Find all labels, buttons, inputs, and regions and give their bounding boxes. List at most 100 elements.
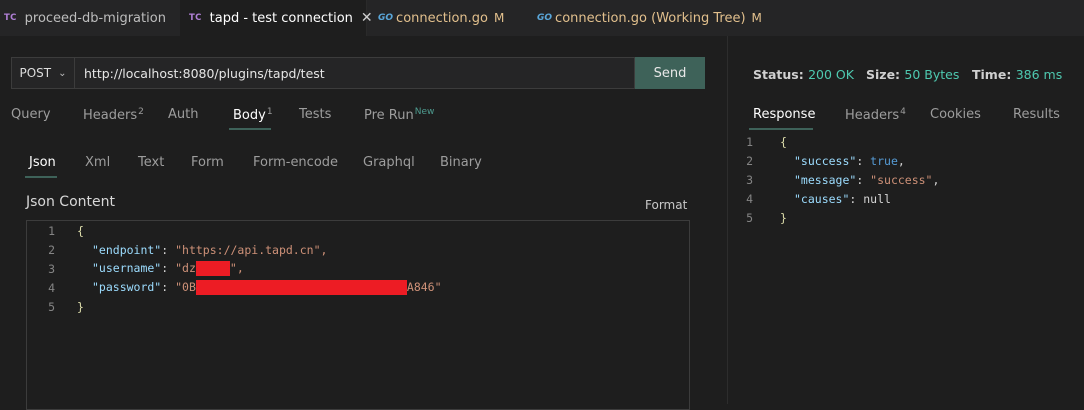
modified-badge: M [751, 11, 762, 25]
brace: { [780, 134, 787, 149]
format-button[interactable]: Format [645, 198, 687, 212]
tab-label: Results [1013, 107, 1060, 122]
status-value: 200 OK [808, 67, 854, 82]
line-number: 4 [48, 280, 55, 295]
json-editor[interactable]: 1{ 2 "endpoint": "https://api.tapd.cn", 3… [26, 220, 690, 410]
tab-label: proceed-db-migration [24, 10, 166, 26]
line-number: 1 [746, 134, 753, 149]
code-line: 3 "message": "success", [725, 170, 939, 189]
tab-tests[interactable]: Tests [299, 107, 331, 122]
code-line: 5} [725, 208, 787, 227]
json-key: "success" [794, 153, 857, 168]
tab-headers[interactable]: Headers2 [83, 107, 144, 123]
tab-connection-go[interactable]: GO connection.go M [378, 0, 504, 36]
code-line: 4 "causes": null [725, 189, 891, 208]
count-badge: 4 [900, 107, 906, 117]
line-number: 2 [746, 153, 753, 168]
thunder-client-icon: TC [4, 13, 17, 23]
tab-label: Auth [168, 107, 199, 122]
chevron-down-icon: ⌄ [58, 67, 67, 79]
body-tab-graphql[interactable]: Graphql [363, 155, 415, 170]
tab-auth[interactable]: Auth [168, 107, 198, 122]
json-value: null [863, 191, 891, 206]
go-file-icon: GO [378, 13, 394, 23]
body-tab-binary[interactable]: Binary [440, 155, 482, 170]
line-number: 3 [48, 261, 55, 276]
url-text: http://localhost:8080/plugins/tapd/test [84, 65, 325, 81]
time-value: 386 ms [1015, 67, 1063, 82]
count-badge: 1 [266, 107, 273, 117]
brace: } [77, 299, 84, 314]
line-number: 5 [746, 210, 753, 225]
size-label: Size: [866, 67, 901, 82]
tab-response[interactable]: Response [753, 107, 815, 122]
code-line: 4 "password": "0B A846" [27, 278, 442, 297]
method-select[interactable]: POST ⌄ [11, 57, 75, 89]
method-label: POST [19, 66, 52, 80]
json-punct: , [897, 153, 905, 168]
go-file-icon: GO [537, 13, 553, 23]
tab-label: tapd - test connection [209, 10, 353, 26]
tab-results[interactable]: Results [1013, 107, 1060, 122]
body-tab-json[interactable]: Json [29, 155, 56, 170]
line-number: 3 [746, 172, 753, 187]
json-key: "endpoint" [92, 242, 162, 257]
time-label: Time: [972, 67, 1012, 82]
body-tab-text[interactable]: Text [138, 155, 164, 170]
json-key: "username" [92, 261, 162, 275]
size-value: 50 Bytes [904, 67, 960, 82]
count-badge: 2 [138, 107, 144, 117]
active-body-tab-indicator [25, 176, 57, 178]
thunder-client-icon: TC [189, 13, 202, 23]
json-value: "0B [175, 280, 196, 294]
status-indicator: Status: 200 OK [753, 67, 854, 82]
tab-label: Pre Run [364, 108, 414, 123]
line-number: 5 [48, 299, 55, 314]
tab-label: Headers [83, 108, 138, 123]
code-line: 2 "success": true, [725, 151, 905, 170]
tab-label: Tests [299, 107, 332, 122]
json-value: true [870, 153, 898, 168]
tab-label: Query [11, 107, 51, 122]
editor-tab-bar: TC proceed-db-migration TC tapd - test c… [0, 0, 1084, 36]
active-tab-indicator [229, 128, 271, 130]
tab-label: connection.go [396, 10, 489, 26]
line-number: 1 [48, 223, 55, 238]
json-key: "causes" [794, 191, 850, 206]
json-punct: , [932, 172, 940, 187]
tab-label: connection.go (Working Tree) [555, 10, 746, 26]
tab-pre-run[interactable]: Pre RunNew [364, 107, 434, 123]
json-value-end: ", [229, 261, 244, 275]
redaction-box [195, 280, 407, 295]
line-number: 2 [48, 242, 55, 257]
tab-connection-go-working-tree[interactable]: GO connection.go (Working Tree) M [537, 0, 762, 36]
url-input[interactable]: http://localhost:8080/plugins/tapd/test [75, 57, 635, 89]
active-response-tab-indicator [749, 128, 813, 130]
body-tab-form[interactable]: Form [191, 155, 224, 170]
code-line: 2 "endpoint": "https://api.tapd.cn", [27, 240, 327, 259]
code-line: 3 "username": "dz ", [27, 259, 244, 278]
brace: } [780, 210, 787, 225]
tab-response-headers[interactable]: Headers4 [845, 107, 906, 123]
modified-badge: M [494, 11, 505, 25]
tab-label: Cookies [930, 107, 981, 122]
tab-cookies[interactable]: Cookies [930, 107, 981, 122]
tab-query[interactable]: Query [11, 107, 51, 122]
code-line: 5} [27, 297, 84, 316]
json-key: "password" [92, 280, 162, 294]
tab-body[interactable]: Body1 [233, 107, 273, 123]
body-tab-xml[interactable]: Xml [85, 155, 110, 170]
body-tab-form-encode[interactable]: Form-encode [253, 155, 338, 170]
json-key: "message" [794, 172, 857, 187]
send-button[interactable]: Send [635, 57, 705, 89]
json-value: "success" [870, 172, 933, 187]
close-icon[interactable]: ✕ [361, 10, 373, 26]
tab-tapd-test-connection[interactable]: TC tapd - test connection ✕ [180, 0, 373, 36]
new-badge: New [414, 107, 435, 117]
json-content-title: Json Content [26, 194, 115, 210]
code-line: 1{ [725, 132, 787, 151]
brace: { [77, 223, 84, 238]
json-value-end: A846" [406, 280, 442, 294]
code-line: 1{ [27, 221, 84, 240]
tab-proceed-db-migration[interactable]: TC proceed-db-migration [0, 0, 184, 36]
